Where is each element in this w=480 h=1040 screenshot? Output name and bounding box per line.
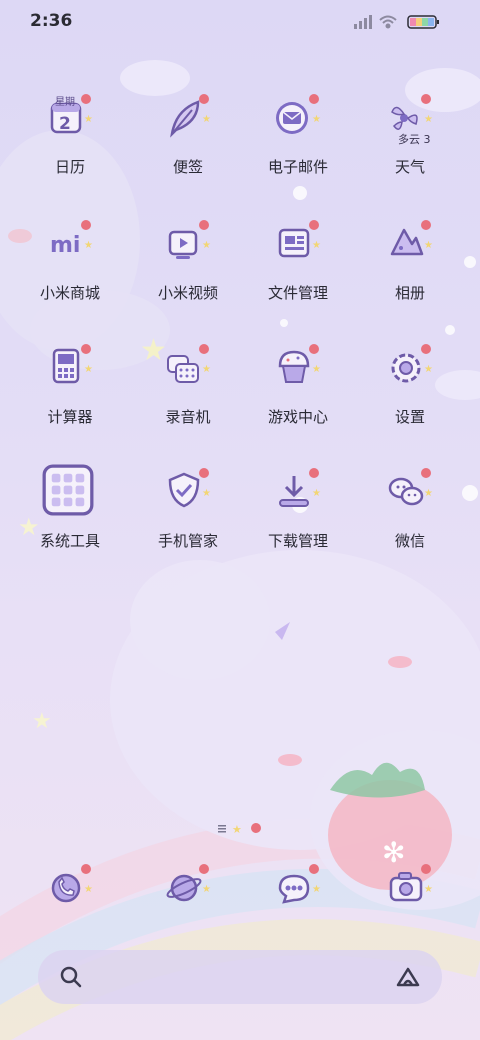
app-label: 电子邮件: [267, 158, 328, 176]
app-label: 文件管理: [267, 284, 328, 302]
app-wechat[interactable]: ★ 微信: [350, 466, 470, 576]
game-cupcake-icon: ★: [278, 344, 321, 383]
search-bar[interactable]: [38, 950, 442, 1004]
svg-text:★: ★: [84, 884, 93, 895]
app-label: 设置: [394, 408, 425, 426]
calculator-icon: ★: [52, 344, 93, 384]
folder-icon: ★: [278, 220, 321, 258]
recorder-icon: ★: [167, 344, 211, 383]
svg-text:★: ★: [84, 364, 93, 375]
wifi-icon: [379, 15, 397, 29]
app-label: 相册: [394, 284, 425, 302]
app-label: 天气: [394, 158, 425, 176]
ai-assistant-icon[interactable]: [394, 963, 422, 991]
app-label: 游戏中心: [267, 408, 328, 426]
app-game-center[interactable]: ★ 游戏中心: [238, 342, 358, 452]
messages-icon: ★: [278, 864, 321, 904]
menu-lines-icon: [218, 825, 226, 833]
app-notes[interactable]: ★ 便签: [128, 92, 248, 202]
app-label: 手机管家: [157, 532, 218, 550]
video-icon: ★: [168, 220, 211, 259]
svg-text:★: ★: [424, 488, 433, 499]
app-label: 计算器: [47, 408, 93, 426]
dock-messages[interactable]: ★: [238, 862, 358, 918]
dock-camera[interactable]: ★: [350, 862, 470, 918]
app-file-manager[interactable]: ★ 文件管理: [238, 218, 358, 328]
app-label: 微信: [394, 532, 425, 550]
svg-text:★: ★: [312, 114, 321, 125]
status-bar: 2:36: [0, 0, 480, 44]
browser-planet-icon: ★: [166, 864, 211, 902]
app-gallery[interactable]: ★ 相册: [350, 218, 470, 328]
strawberry-dot-icon: [251, 823, 261, 833]
dock-browser[interactable]: ★: [128, 862, 248, 918]
svg-text:★: ★: [312, 364, 321, 375]
app-calculator[interactable]: ★ 计算器: [10, 342, 130, 452]
wechat-icon: ★: [388, 468, 433, 506]
mi-logo-icon: mi ★: [50, 220, 93, 258]
svg-text:★: ★: [424, 240, 433, 251]
svg-text:★: ★: [202, 884, 211, 895]
phone-icon: ★: [51, 864, 93, 903]
status-icons: [354, 15, 439, 29]
svg-text:2: 2: [59, 114, 71, 134]
weather-summary: 多云 3: [398, 133, 431, 146]
app-settings[interactable]: ★ 设置: [350, 342, 470, 452]
app-mi-video[interactable]: ★ 小米视频: [128, 218, 248, 328]
svg-text:★: ★: [424, 884, 433, 895]
calendar-weekday: 星期: [55, 97, 75, 108]
app-mi-store[interactable]: mi ★ 小米商城: [10, 218, 130, 328]
app-label: 下载管理: [267, 532, 328, 550]
app-label: 小米商城: [39, 284, 100, 302]
svg-text:★: ★: [202, 114, 211, 125]
svg-text:mi: mi: [50, 233, 80, 258]
svg-text:★: ★: [312, 488, 321, 499]
app-downloads[interactable]: ★ 下载管理: [238, 466, 358, 576]
camera-icon: ★: [389, 864, 433, 902]
app-calendar[interactable]: 2 ★ 日历: [10, 92, 130, 202]
app-recorder[interactable]: ★ 录音机: [128, 342, 248, 452]
mail-icon: ★: [276, 94, 321, 134]
app-weather[interactable]: ★ 天气: [350, 92, 470, 202]
app-security[interactable]: ★ 手机管家: [128, 466, 248, 576]
status-time: 2:36: [30, 11, 73, 31]
svg-text:★: ★: [312, 884, 321, 895]
star-dot-icon: ★: [232, 823, 242, 836]
gallery-icon: ★: [390, 220, 433, 256]
page-indicator[interactable]: ★: [216, 820, 266, 836]
svg-text:★: ★: [424, 364, 433, 375]
app-label: 小米视频: [157, 284, 218, 302]
shield-icon: ★: [168, 468, 211, 508]
feather-icon: ★: [170, 94, 211, 138]
gear-icon: ★: [391, 344, 433, 383]
folder-grid-icon: [42, 464, 94, 516]
app-system-tools-folder[interactable]: 系统工具: [10, 464, 130, 576]
svg-text:★: ★: [32, 709, 52, 734]
svg-text:★: ★: [84, 114, 93, 125]
svg-text:★: ★: [202, 240, 211, 251]
download-icon: ★: [279, 468, 321, 507]
signal-icon: [354, 15, 372, 29]
svg-text:★: ★: [424, 114, 433, 125]
svg-text:★: ★: [202, 488, 211, 499]
app-label: 便签: [172, 158, 203, 176]
app-label: 录音机: [165, 408, 211, 426]
svg-text:★: ★: [84, 240, 93, 251]
app-label: 日历: [54, 158, 85, 176]
dock-phone[interactable]: ★: [10, 862, 130, 918]
svg-text:★: ★: [202, 364, 211, 375]
search-icon[interactable]: [58, 964, 84, 990]
app-email[interactable]: ★ 电子邮件: [238, 92, 358, 202]
battery-icon: [407, 15, 439, 29]
svg-text:★: ★: [312, 240, 321, 251]
app-label: 系统工具: [39, 532, 100, 550]
